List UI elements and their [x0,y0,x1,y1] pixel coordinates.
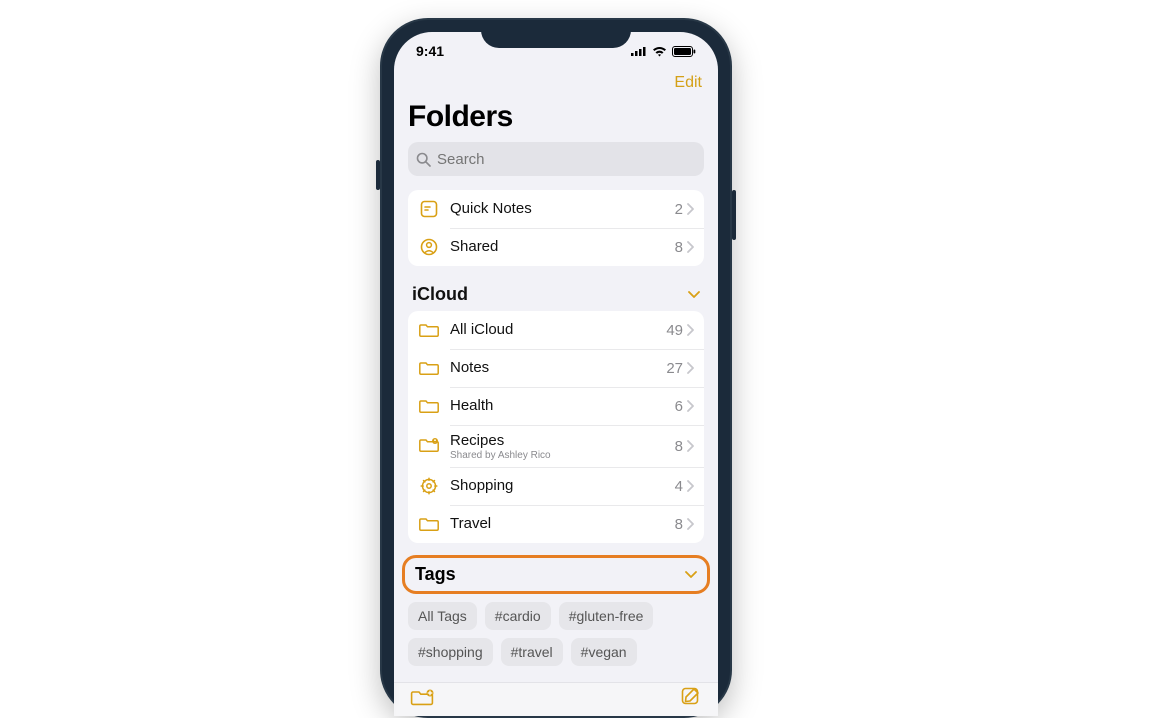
folder-count: 8 [675,516,683,533]
icloud-folder-list: All iCloud 49 Notes 27 Health 6 [408,311,704,543]
compose-icon [680,686,702,708]
status-time: 9:41 [416,43,444,59]
wifi-icon [652,46,667,57]
tag-chip[interactable]: #vegan [571,638,637,666]
folder-count: 4 [675,478,683,495]
new-folder-icon [410,687,434,707]
folder-label: Shopping [450,477,675,495]
folder-label: Travel [450,515,675,533]
folder-count: 27 [666,360,683,377]
tag-chip[interactable]: #cardio [485,602,551,630]
folder-icon [418,395,440,417]
chevron-right-icon [687,480,694,492]
tag-chip[interactable]: #travel [501,638,563,666]
folder-row[interactable]: All iCloud 49 [408,311,704,349]
chevron-down-icon [688,291,700,299]
bottom-toolbar [394,682,718,716]
shared-folder-icon [418,435,440,457]
folder-label: Health [450,397,675,415]
folder-row[interactable]: Health 6 [408,387,704,425]
folder-count: 2 [675,201,683,218]
folder-label: All iCloud [450,321,666,339]
status-indicators [631,46,696,57]
search-input[interactable] [437,151,696,168]
phone-frame: 9:41 Edit Folders Quick Notes 2 [380,18,732,718]
folder-count: 6 [675,398,683,415]
shared-icon [418,236,440,258]
section-title: Tags [415,564,456,585]
folder-icon [418,513,440,535]
chevron-down-icon [685,571,697,579]
top-folder-list: Quick Notes 2 Shared 8 [408,190,704,266]
compose-button[interactable] [680,686,702,713]
tag-chip[interactable]: #shopping [408,638,493,666]
chevron-right-icon [687,324,694,336]
folder-count: 8 [675,239,683,256]
cellular-icon [631,46,647,56]
page-title: Folders [394,100,718,142]
chevron-right-icon [687,440,694,452]
folder-row-smart[interactable]: Shopping 4 [408,467,704,505]
folder-row[interactable]: Travel 8 [408,505,704,543]
phone-screen: 9:41 Edit Folders Quick Notes 2 [394,32,718,716]
edit-button[interactable]: Edit [674,74,702,92]
chevron-right-icon [687,362,694,374]
chevron-right-icon [687,400,694,412]
tags-list: All Tags #cardio #gluten-free #shopping … [394,602,718,666]
chevron-right-icon [687,241,694,253]
folder-row-quick-notes[interactable]: Quick Notes 2 [408,190,704,228]
folder-count: 49 [666,322,683,339]
tag-chip[interactable]: All Tags [408,602,477,630]
folder-subtitle: Shared by Ashley Rico [450,450,675,461]
folder-label: Shared [450,238,675,256]
folder-count: 8 [675,438,683,455]
section-title: iCloud [412,284,468,305]
search-icon [416,152,431,167]
search-field[interactable] [408,142,704,176]
folder-icon [418,319,440,341]
chevron-right-icon [687,203,694,215]
folder-label: Recipes [450,432,675,450]
smart-folder-icon [418,475,440,497]
section-header-icloud[interactable]: iCloud [412,284,700,305]
phone-notch [481,20,631,48]
quick-notes-icon [418,198,440,220]
chevron-right-icon [687,518,694,530]
tag-chip[interactable]: #gluten-free [559,602,654,630]
folder-icon [418,357,440,379]
folder-label: Notes [450,359,666,377]
folder-row-shared-folder[interactable]: Recipes Shared by Ashley Rico 8 [408,425,704,467]
folder-label: Quick Notes [450,200,675,218]
folder-row[interactable]: Notes 27 [408,349,704,387]
section-header-tags[interactable]: Tags [402,555,710,594]
nav-bar: Edit [394,70,718,100]
new-folder-button[interactable] [410,687,434,712]
folder-row-shared[interactable]: Shared 8 [408,228,704,266]
battery-icon [672,46,696,57]
